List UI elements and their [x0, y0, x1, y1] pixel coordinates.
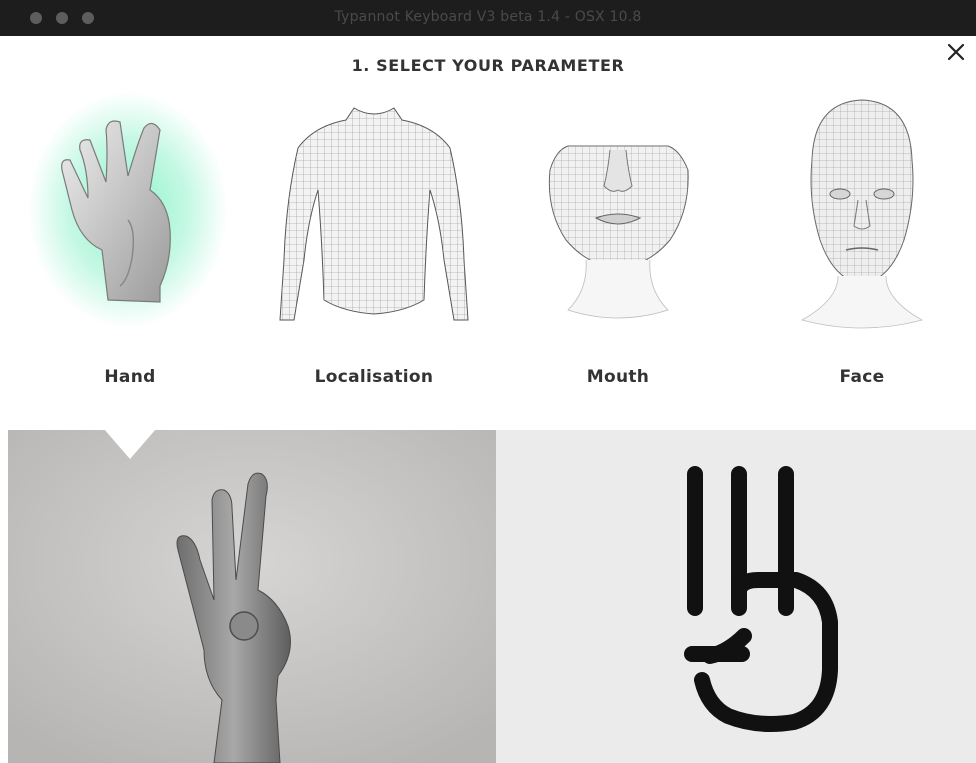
parameter-face-label: Face	[839, 367, 885, 387]
mouth-3d-icon	[548, 145, 689, 319]
parameter-mouth-label: Mouth	[586, 367, 650, 387]
face-3d-icon	[800, 99, 924, 329]
parameter-hand[interactable]: Hand	[10, 90, 250, 410]
selection-pointer	[104, 429, 156, 459]
parameter-hand-label: Hand	[104, 367, 156, 387]
parameter-localisation-label: Localisation	[314, 367, 434, 387]
hand-3d-icon	[28, 92, 228, 328]
torso-3d-icon	[254, 90, 494, 321]
parameter-mouth[interactable]: Mouth	[498, 90, 738, 410]
app-window: Typannot Keyboard V3 beta 1.4 - OSX 10.8…	[0, 0, 976, 763]
parameter-face[interactable]: Face	[742, 90, 976, 410]
handshape-glyph-icon	[684, 466, 838, 732]
page-title: 1. SELECT YOUR PARAMETER	[351, 56, 625, 75]
glyph-panel	[496, 430, 976, 763]
title-bar: Typannot Keyboard V3 beta 1.4 - OSX 10.8	[0, 0, 976, 36]
hand-photo	[8, 430, 496, 763]
hand-photo-panel	[8, 430, 496, 763]
parameter-localisation[interactable]: Localisation	[254, 90, 494, 410]
window-title: Typannot Keyboard V3 beta 1.4 - OSX 10.8	[334, 9, 642, 25]
